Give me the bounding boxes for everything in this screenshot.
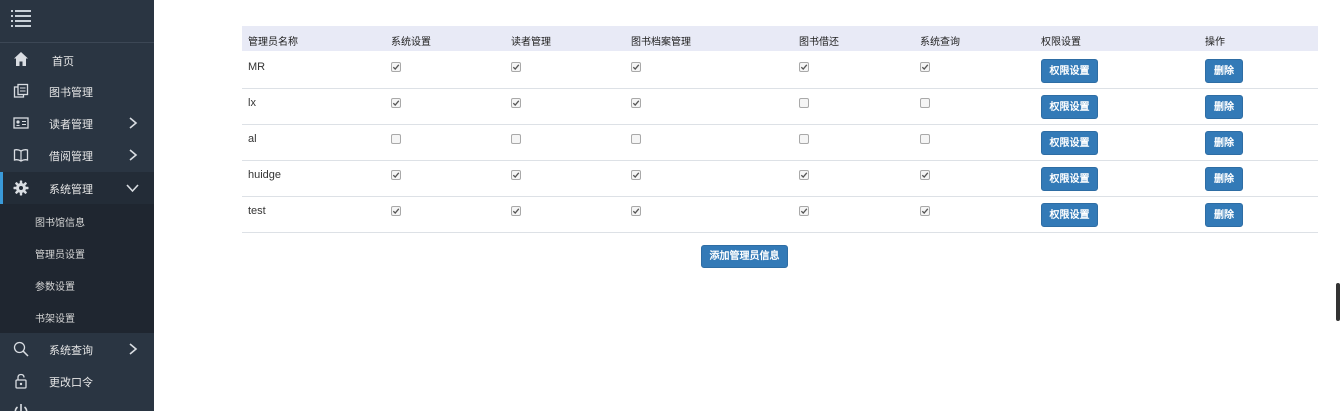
permission-checkbox[interactable]: [920, 98, 930, 108]
table-row: MR 权限设置 删除: [242, 52, 1318, 89]
sidebar-item-books[interactable]: 图书管理: [0, 75, 154, 107]
permission-checkbox[interactable]: [391, 206, 401, 216]
gear-icon: [13, 180, 29, 196]
delete-button[interactable]: 删除: [1205, 131, 1243, 155]
chevron-right-icon: [129, 117, 138, 129]
chevron-right-icon: [129, 343, 138, 355]
search-icon: [13, 341, 29, 357]
submenu-item-label: 管理员设置: [35, 250, 85, 261]
permission-checkbox[interactable]: [799, 206, 809, 216]
sidebar-item-logout[interactable]: [0, 397, 154, 411]
books-icon: [13, 83, 29, 98]
permission-checkbox[interactable]: [391, 170, 401, 180]
sidebar-item-label: 借阅管理: [49, 151, 93, 163]
permission-checkbox[interactable]: [799, 170, 809, 180]
table-row: huidge 权限设置 删除: [242, 160, 1318, 197]
power-icon: [14, 404, 28, 411]
submenu-item-parameters[interactable]: 参数设置: [0, 268, 154, 300]
permission-checkbox[interactable]: [511, 206, 521, 216]
open-book-icon: [13, 149, 29, 162]
sidebar-item-label: 首页: [52, 56, 74, 68]
submenu-item-label: 书架设置: [35, 314, 75, 325]
table-row: al 权限设置 删除: [242, 124, 1318, 161]
permission-checkbox[interactable]: [799, 98, 809, 108]
admin-name-cell: lx: [248, 97, 256, 109]
reader-card-icon: [13, 117, 29, 129]
sidebar-item-label: 更改口令: [49, 377, 93, 389]
submenu-item-shelves[interactable]: 书架设置: [0, 300, 154, 332]
permission-settings-button[interactable]: 权限设置: [1041, 203, 1098, 227]
admin-name-cell: huidge: [248, 169, 282, 181]
permission-checkbox[interactable]: [631, 62, 641, 72]
permission-checkbox[interactable]: [391, 134, 401, 144]
sidebar-item-label: 读者管理: [49, 119, 93, 131]
submenu-item-label: 参数设置: [35, 282, 75, 293]
admin-name-cell: MR: [248, 61, 266, 73]
submenu-item-library-info[interactable]: 图书馆信息: [0, 204, 154, 236]
sidebar-item-readers[interactable]: 读者管理: [0, 107, 154, 139]
system-submenu: 图书馆信息 管理员设置 参数设置 书架设置: [0, 204, 154, 333]
column-header: 操作: [1205, 37, 1225, 48]
permission-checkbox[interactable]: [920, 134, 930, 144]
add-admin-button[interactable]: 添加管理员信息: [701, 245, 788, 268]
sidebar: 首页 图书管理 读者管理 借阅管理 系统管理 图书馆信息 管理员设置 参数设置 …: [0, 0, 154, 411]
column-header: 图书档案管理: [631, 37, 691, 48]
column-header: 图书借还: [799, 37, 839, 48]
permission-checkbox[interactable]: [391, 98, 401, 108]
permission-checkbox[interactable]: [631, 98, 641, 108]
column-header: 系统查询: [920, 37, 960, 48]
chevron-right-icon: [129, 149, 138, 161]
permission-settings-button[interactable]: 权限设置: [1041, 131, 1098, 155]
permission-checkbox[interactable]: [920, 62, 930, 72]
permission-checkbox[interactable]: [920, 170, 930, 180]
sidebar-item-query[interactable]: 系统查询: [0, 333, 154, 365]
admin-name-cell: test: [248, 205, 266, 217]
permission-checkbox[interactable]: [631, 206, 641, 216]
sidebar-item-label: 图书管理: [49, 87, 93, 99]
delete-button[interactable]: 删除: [1205, 95, 1243, 119]
permission-checkbox[interactable]: [511, 62, 521, 72]
permission-checkbox[interactable]: [631, 134, 641, 144]
lock-icon: [15, 373, 27, 389]
permission-checkbox[interactable]: [920, 206, 930, 216]
table-row: test 权限设置 删除: [242, 196, 1318, 233]
column-header: 读者管理: [511, 37, 551, 48]
column-header: 管理员名称: [248, 37, 298, 48]
admin-name-cell: al: [248, 133, 257, 145]
permission-checkbox[interactable]: [799, 62, 809, 72]
permission-checkbox[interactable]: [799, 134, 809, 144]
column-header: 权限设置: [1041, 37, 1081, 48]
submenu-item-admin-settings[interactable]: 管理员设置: [0, 236, 154, 268]
permission-settings-button[interactable]: 权限设置: [1041, 95, 1098, 119]
sidebar-item-label: 系统查询: [49, 345, 93, 357]
column-header: 系统设置: [391, 37, 431, 48]
permission-checkbox[interactable]: [511, 98, 521, 108]
submenu-item-label: 图书馆信息: [35, 218, 85, 229]
sidebar-item-label: 系统管理: [49, 184, 93, 196]
scrollbar-handle[interactable]: [1336, 283, 1340, 321]
home-icon: [14, 52, 28, 66]
permission-settings-button[interactable]: 权限设置: [1041, 167, 1098, 191]
permission-checkbox[interactable]: [511, 170, 521, 180]
permission-checkbox[interactable]: [511, 134, 521, 144]
permission-checkbox[interactable]: [631, 170, 641, 180]
table-header: 管理员名称 系统设置 读者管理 图书档案管理 图书借还 系统查询 权限设置 操作: [242, 26, 1318, 51]
sidebar-item-change-password[interactable]: 更改口令: [0, 365, 154, 397]
table-row: lx 权限设置 删除: [242, 88, 1318, 125]
sidebar-item-borrow[interactable]: 借阅管理: [0, 139, 154, 171]
delete-button[interactable]: 删除: [1205, 203, 1243, 227]
chevron-down-icon: [126, 184, 139, 193]
delete-button[interactable]: 删除: [1205, 59, 1243, 83]
menu-toggle-icon[interactable]: [11, 10, 31, 27]
permission-checkbox[interactable]: [391, 62, 401, 72]
sidebar-item-home[interactable]: 首页: [0, 43, 154, 75]
permission-settings-button[interactable]: 权限设置: [1041, 59, 1098, 83]
sidebar-item-system[interactable]: 系统管理: [0, 172, 154, 204]
delete-button[interactable]: 删除: [1205, 167, 1243, 191]
